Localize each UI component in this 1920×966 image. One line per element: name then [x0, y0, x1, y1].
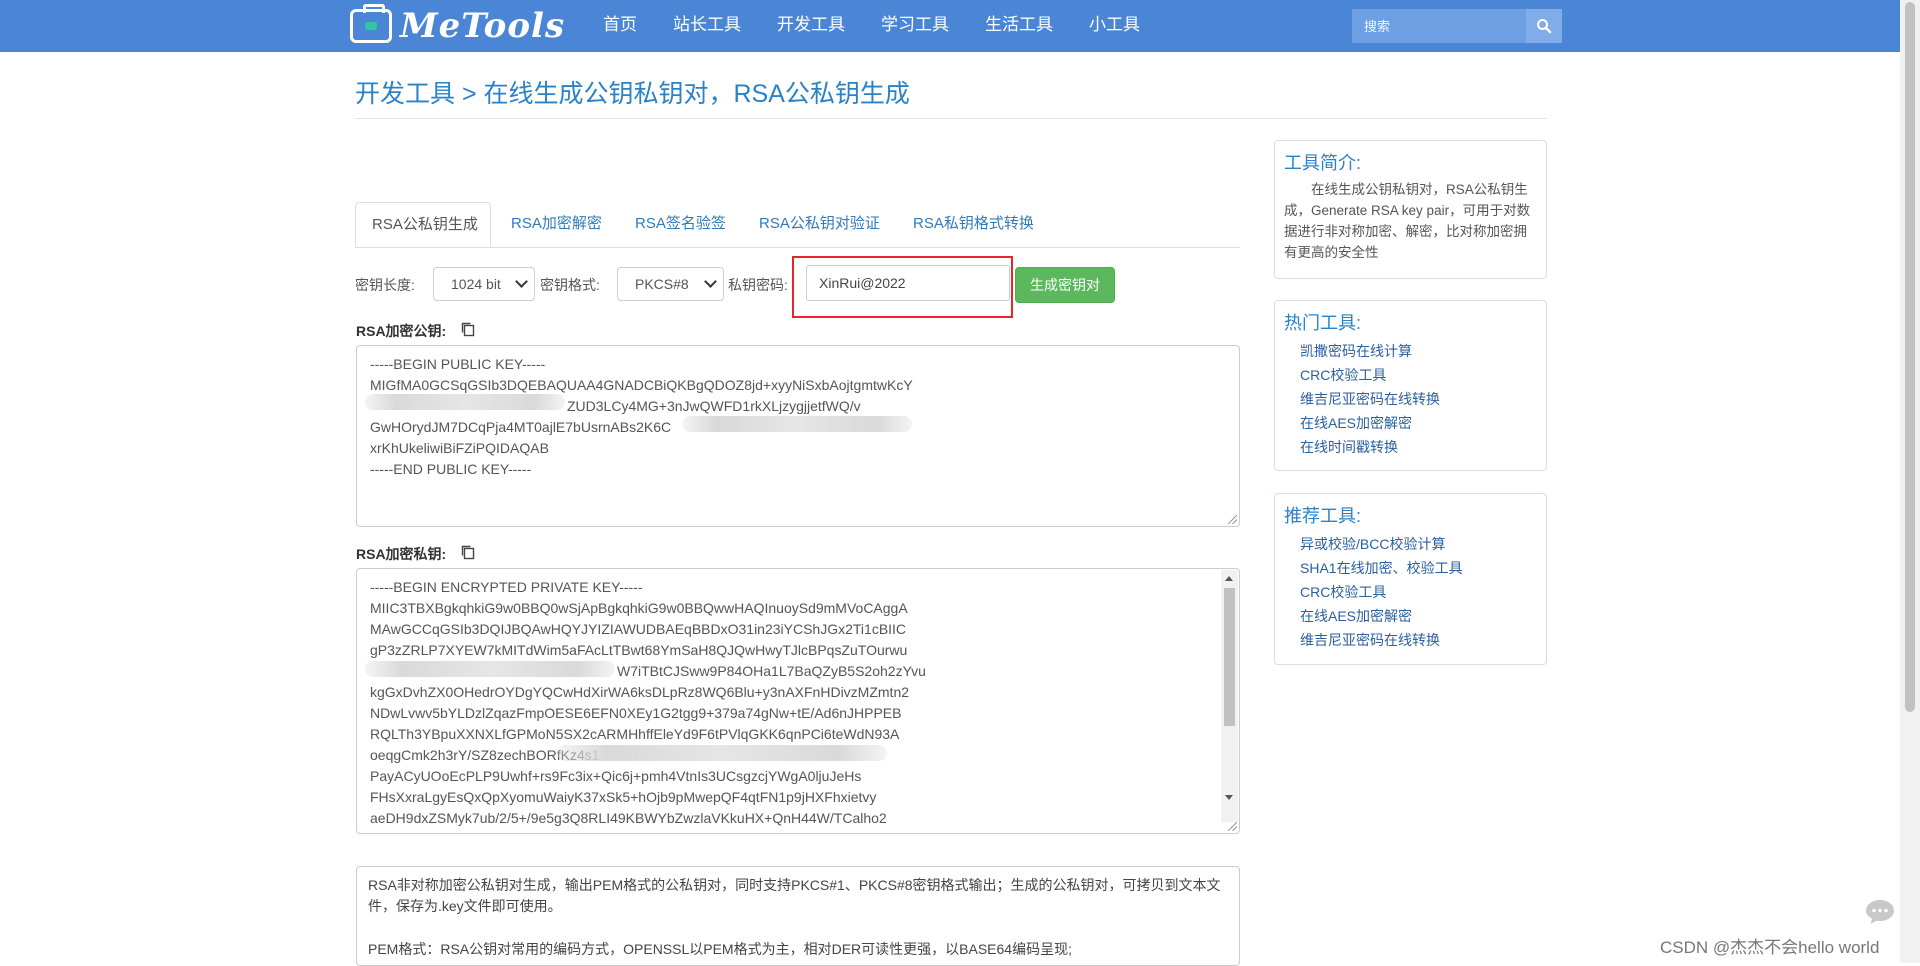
annotation-highlight-box [792, 256, 1013, 318]
private-key-line: MIIC3TBXBgkqhkiG9w0BBQ0wSjApBgkqhkiG9w0B… [370, 600, 908, 616]
key-length-value: 1024 bit [451, 276, 501, 292]
hot-tools-title: 热门工具: [1284, 313, 1362, 333]
public-key-line: -----END PUBLIC KEY----- [370, 461, 532, 477]
nav-webmaster-tools[interactable]: 站长工具 [655, 0, 759, 52]
title-divider [355, 118, 1547, 119]
private-key-line: NDwLvwv5bYLDzlZqazFmpOESE6EFN0XEy1G2tgg9… [370, 705, 902, 721]
hot-tools-panel: 热门工具: 凯撒密码在线计算 CRC校验工具 维吉尼亚密码在线转换 在线AES加… [1274, 300, 1547, 471]
public-key-label: RSA加密公钥: [356, 323, 447, 339]
public-key-line: -----BEGIN PUBLIC KEY----- [370, 356, 546, 372]
csdn-watermark: CSDN @杰杰不会hello world [1660, 938, 1880, 957]
private-key-line: MAwGCCqGSIb3DQIJBQAwHQYJYIZIAWUDBAEqBBDx… [370, 621, 907, 637]
private-key-line: aeDH9dxZSMyk7ub/2/5+/9e5g3Q8RLI49KBWYbZw… [370, 810, 887, 826]
recommended-tools-list: 异或校验/BCC校验计算 SHA1在线加密、校验工具 CRC校验工具 在线AES… [1300, 532, 1463, 652]
chat-bubble-icon[interactable] [1864, 898, 1896, 926]
generate-keypair-button[interactable]: 生成密钥对 [1015, 267, 1115, 303]
tab-rsa-verify[interactable]: RSA公私钥对验证 [759, 202, 880, 247]
tab-rsa-encrypt[interactable]: RSA加密解密 [511, 202, 602, 247]
top-navbar: MeTools 首页 站长工具 开发工具 学习工具 生活工具 小工具 [0, 0, 1900, 52]
public-key-line: MIGfMA0GCSqGSIb3DQEBAQUAA4GNADCBiQKBgQDO… [370, 377, 913, 393]
key-length-select[interactable]: 1024 bit [433, 267, 535, 301]
private-key-line: FHsXxraLgyEsQxQpXyomuWaiyK37xSk5+hOjb9pM… [370, 789, 877, 805]
recommended-tool-link[interactable]: 异或校验/BCC校验计算 [1300, 532, 1463, 556]
redaction-blur [365, 661, 615, 677]
description-paragraph: PEM格式：RSA公钥对常用的编码方式，OPENSSL以PEM格式为主，相对DE… [368, 941, 1072, 957]
hot-tool-link[interactable]: 在线时间戳转换 [1300, 435, 1440, 459]
tool-intro-panel: 工具简介: 在线生成公钥私钥对，RSA公私钥生成，Generate RSA ke… [1274, 140, 1547, 279]
key-format-label: 密钥格式: [540, 277, 600, 293]
private-key-scrollbar[interactable] [1221, 570, 1238, 822]
hot-tool-link[interactable]: 凯撒密码在线计算 [1300, 339, 1440, 363]
page-title: 开发工具 > 在线生成公钥私钥对，RSA公私钥生成 [355, 80, 910, 108]
hot-tool-link[interactable]: 在线AES加密解密 [1300, 411, 1440, 435]
main-nav: 首页 站长工具 开发工具 学习工具 生活工具 小工具 [585, 0, 1158, 52]
scroll-up-arrow-icon[interactable] [1225, 576, 1233, 581]
recommended-tool-link[interactable]: 维吉尼亚密码在线转换 [1300, 628, 1463, 652]
nav-home[interactable]: 首页 [585, 0, 655, 52]
recommended-tools-panel: 推荐工具: 异或校验/BCC校验计算 SHA1在线加密、校验工具 CRC校验工具… [1274, 493, 1547, 665]
key-format-value: PKCS#8 [635, 276, 689, 292]
private-key-textarea[interactable]: -----BEGIN ENCRYPTED PRIVATE KEY----- MII… [356, 568, 1240, 834]
copy-icon[interactable] [460, 544, 476, 560]
search-box [1352, 9, 1562, 43]
recommended-tool-link[interactable]: CRC校验工具 [1300, 580, 1463, 604]
chevron-down-icon [515, 275, 528, 288]
private-key-line: RQLTh3YBpuXXNXLfGPMoN5SX2cARMHhffEleYd9F… [370, 726, 900, 742]
copy-icon[interactable] [460, 321, 476, 337]
key-length-label: 密钥长度: [355, 277, 415, 293]
page-scrollbar-thumb[interactable] [1905, 2, 1915, 712]
search-icon [1537, 19, 1552, 34]
nav-small-tools[interactable]: 小工具 [1071, 0, 1158, 52]
tab-rsa-keygen[interactable]: RSA公私钥生成 [355, 202, 491, 247]
redaction-blur [682, 416, 912, 432]
site-logo[interactable]: MeTools [350, 4, 566, 46]
public-key-line: xrKhUkeliwiBiFZiPQIDAQAB [370, 440, 549, 456]
redaction-blur [365, 394, 565, 410]
recommended-tool-link[interactable]: 在线AES加密解密 [1300, 604, 1463, 628]
logo-text: MeTools [400, 6, 566, 46]
toolbox-icon [350, 4, 392, 43]
private-key-label: RSA加密私钥: [356, 546, 447, 562]
private-key-line: kgGxDvhZX0OHedrOYDgYQCwHdXirWA6ksDLpRz8W… [370, 684, 910, 700]
tool-tabs: RSA公私钥生成 RSA加密解密 RSA签名验签 RSA公私钥对验证 RSA私钥… [355, 202, 1240, 248]
recommended-tool-link[interactable]: SHA1在线加密、校验工具 [1300, 556, 1463, 580]
private-key-line: PayACyUOoEcPLP9Uwhf+rs9Fc3ix+Qic6j+pmh4V… [370, 768, 862, 784]
scroll-down-arrow-icon[interactable] [1225, 795, 1233, 800]
private-key-line: gP3zZRLP7XYEW7kMITdWim5aFAcLtTBwt68YmSaH… [370, 642, 908, 658]
private-key-text: -----BEGIN ENCRYPTED PRIVATE KEY----- MII… [370, 577, 926, 829]
page-scrollbar[interactable] [1900, 0, 1920, 963]
hot-tool-link[interactable]: 维吉尼亚密码在线转换 [1300, 387, 1440, 411]
tool-intro-title: 工具简介: [1284, 153, 1362, 173]
recommended-tools-title: 推荐工具: [1284, 506, 1362, 526]
description-paragraph: RSA非对称加密公私钥对生成，输出PEM格式的公私钥对，同时支持PKCS#1、P… [368, 877, 1221, 914]
public-key-textarea[interactable]: -----BEGIN PUBLIC KEY----- MIGfMA0GCSqGSI… [356, 345, 1240, 527]
key-format-select[interactable]: PKCS#8 [617, 267, 724, 301]
private-key-password-label: 私钥密码: [728, 277, 788, 293]
tab-rsa-sign[interactable]: RSA签名验签 [635, 202, 726, 247]
tool-intro-text: 在线生成公钥私钥对，RSA公私钥生成，Generate RSA key pair… [1284, 182, 1531, 260]
tab-rsa-convert[interactable]: RSA私钥格式转换 [913, 202, 1034, 247]
hot-tool-link[interactable]: CRC校验工具 [1300, 363, 1440, 387]
resize-grip-icon[interactable] [1228, 822, 1237, 831]
search-input[interactable] [1352, 9, 1520, 43]
chevron-down-icon [704, 275, 717, 288]
nav-life-tools[interactable]: 生活工具 [967, 0, 1071, 52]
private-key-line: -----BEGIN ENCRYPTED PRIVATE KEY----- [370, 579, 643, 595]
redaction-blur [557, 745, 887, 761]
search-button[interactable] [1526, 9, 1562, 43]
tool-description-box: RSA非对称加密公私钥对生成，输出PEM格式的公私钥对，同时支持PKCS#1、P… [356, 866, 1240, 966]
private-key-scrollbar-thumb[interactable] [1224, 588, 1235, 726]
nav-dev-tools[interactable]: 开发工具 [759, 0, 863, 52]
nav-learning-tools[interactable]: 学习工具 [863, 0, 967, 52]
resize-grip-icon[interactable] [1228, 515, 1237, 524]
hot-tools-list: 凯撒密码在线计算 CRC校验工具 维吉尼亚密码在线转换 在线AES加密解密 在线… [1300, 339, 1440, 459]
